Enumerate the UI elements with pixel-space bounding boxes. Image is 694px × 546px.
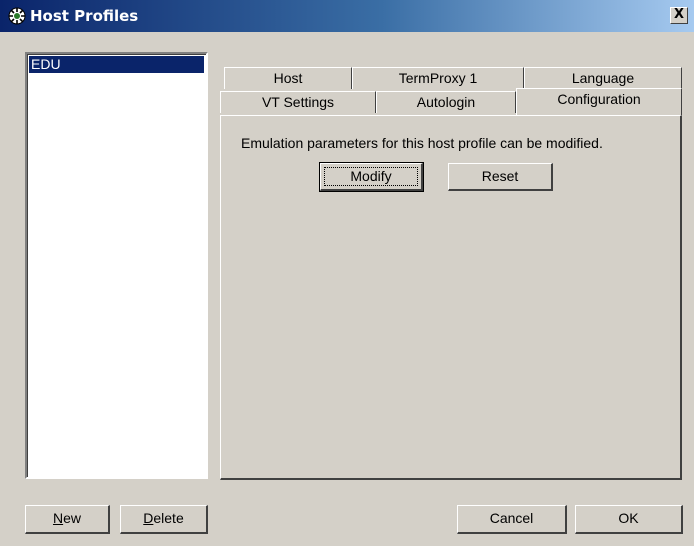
modify-button[interactable]: Modify: [319, 162, 424, 192]
reset-button-label: Reset: [481, 168, 519, 184]
delete-button-label-rest: elete: [153, 510, 184, 526]
tab-vt-settings[interactable]: VT Settings: [220, 91, 376, 113]
tab-host[interactable]: Host: [224, 67, 352, 89]
tab-autologin[interactable]: Autologin: [376, 91, 516, 113]
tab-termproxy-1-label: TermProxy 1: [398, 70, 478, 86]
ok-button[interactable]: OK: [575, 505, 683, 534]
tab-host-label: Host: [273, 70, 303, 86]
new-button-label: New: [53, 506, 81, 531]
reset-button[interactable]: Reset: [448, 163, 553, 191]
tab-language[interactable]: Language: [524, 67, 682, 89]
tab-autologin-label: Autologin: [416, 94, 476, 110]
delete-button-label: Delete: [143, 506, 183, 531]
host-profile-list[interactable]: EDU: [25, 52, 208, 479]
new-button-accelerator: N: [52, 510, 64, 526]
tab-configuration-label: Configuration: [557, 91, 641, 107]
title-bar[interactable]: Host Profiles X: [0, 0, 694, 32]
tab-vt-settings-label: VT Settings: [261, 94, 335, 110]
list-item-edu[interactable]: EDU: [29, 56, 204, 73]
delete-button-accelerator: D: [143, 510, 154, 526]
delete-button[interactable]: Delete: [120, 505, 208, 534]
close-button[interactable]: X: [670, 7, 688, 24]
host-profiles-dialog: Host Profiles X EDU Host TermProxy 1 Lan…: [0, 0, 694, 546]
cancel-button-label: Cancel: [489, 510, 534, 526]
focus-rectangle: [324, 167, 418, 186]
host-profiles-icon: [8, 7, 26, 25]
tab-configuration[interactable]: Configuration: [516, 88, 682, 115]
new-button[interactable]: New: [25, 505, 110, 534]
configuration-panel: Emulation parameters for this host profi…: [220, 115, 682, 480]
tab-termproxy-1[interactable]: TermProxy 1: [352, 67, 524, 89]
window-title: Host Profiles: [30, 7, 139, 25]
close-icon: X: [673, 7, 685, 22]
cancel-button[interactable]: Cancel: [457, 505, 567, 534]
tab-language-label: Language: [571, 70, 635, 86]
new-button-label-rest: ew: [63, 510, 82, 526]
configuration-description: Emulation parameters for this host profi…: [241, 135, 603, 151]
ok-button-label: OK: [618, 510, 639, 526]
